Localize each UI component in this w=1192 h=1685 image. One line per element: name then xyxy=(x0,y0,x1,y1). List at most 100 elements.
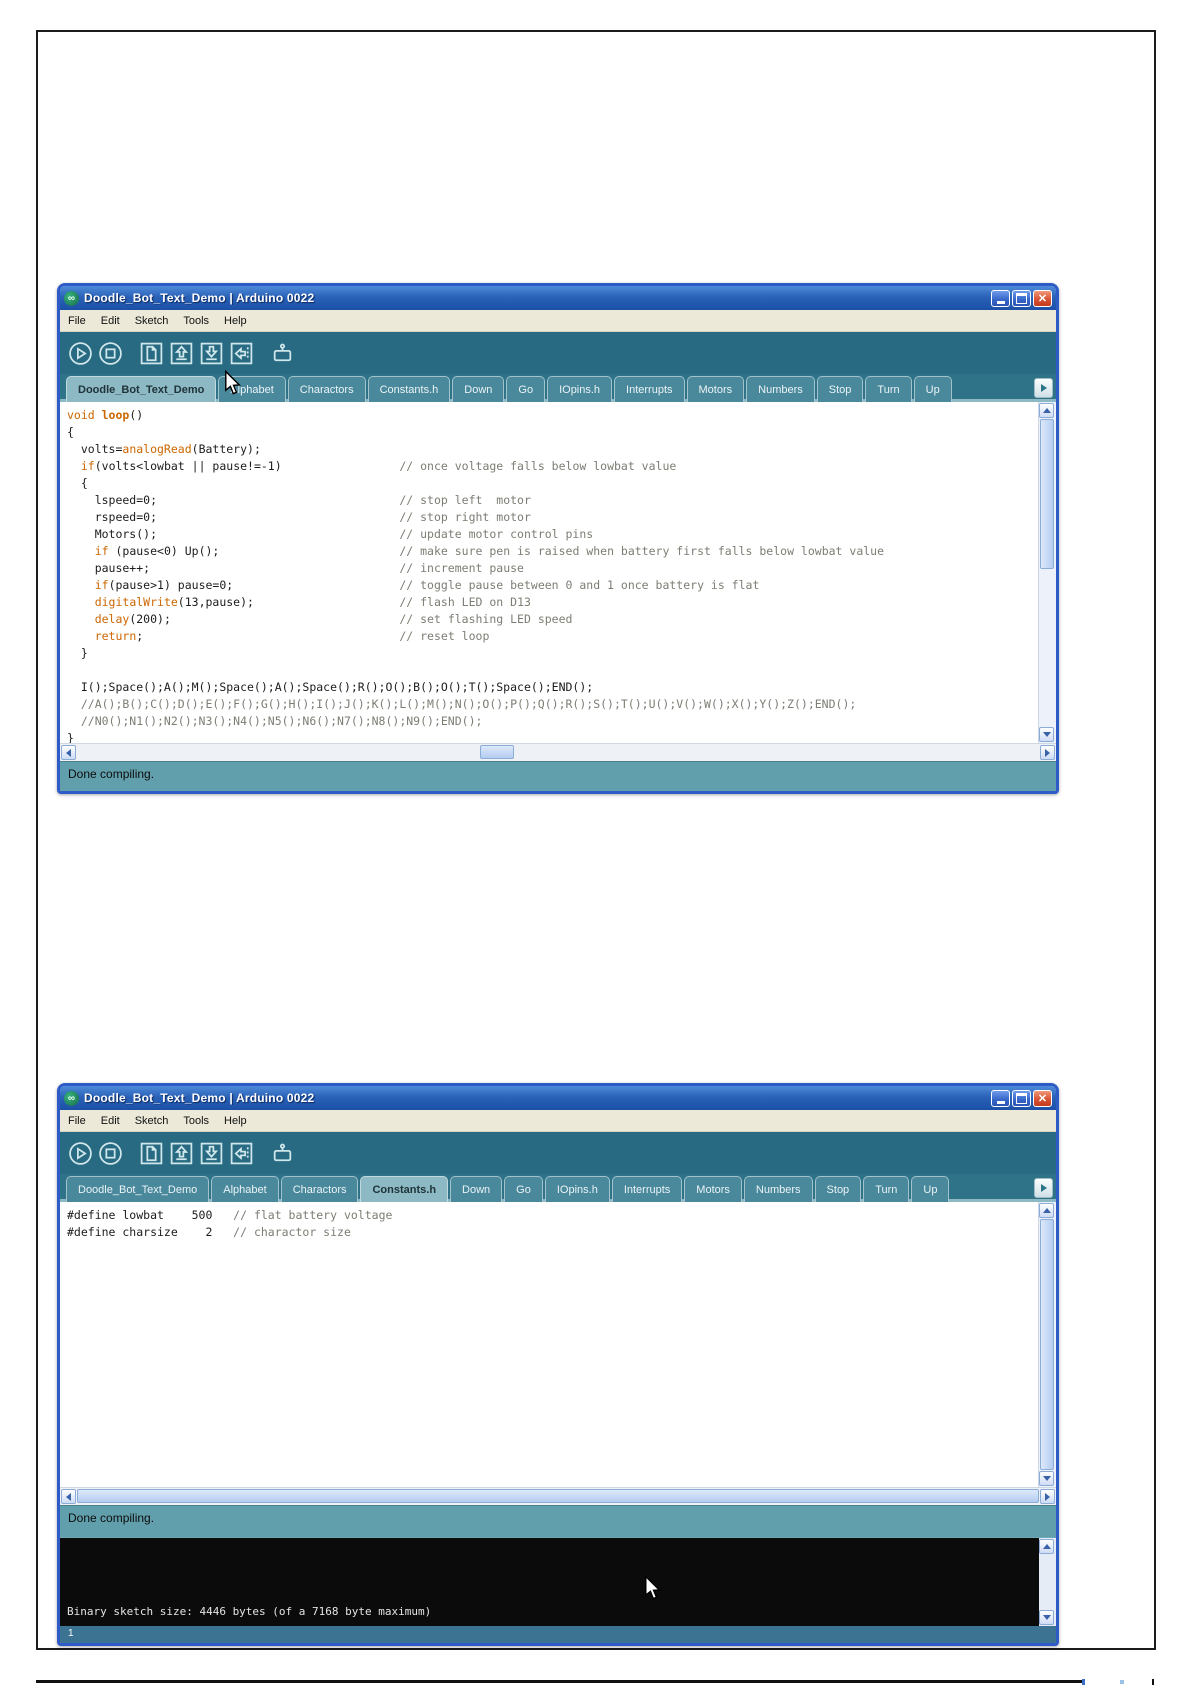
tab-motors[interactable]: Motors xyxy=(686,376,745,402)
new-sketch-icon[interactable] xyxy=(139,341,164,366)
stop-icon[interactable] xyxy=(98,341,123,366)
horizontal-scrollbar[interactable] xyxy=(60,743,1056,761)
tab-motors[interactable]: Motors xyxy=(684,1176,742,1202)
new-sketch-icon[interactable] xyxy=(139,1141,164,1166)
tab-iopins-h[interactable]: IOpins.h xyxy=(544,1176,610,1202)
horizontal-scrollbar[interactable] xyxy=(60,1487,1056,1505)
close-button[interactable] xyxy=(1033,289,1052,307)
tab-down[interactable]: Down xyxy=(452,376,505,402)
code-editor[interactable]: void loop(){ volts=analogRead(Battery); … xyxy=(60,402,1056,743)
scroll-right-button[interactable] xyxy=(1040,745,1055,760)
code-editor[interactable]: #define lowbat 500 // flat battery volta… xyxy=(60,1202,1056,1487)
code-text[interactable]: void loop(){ volts=analogRead(Battery); … xyxy=(60,404,1039,743)
serial-monitor-icon[interactable] xyxy=(270,1141,295,1166)
code-line: { xyxy=(67,476,88,490)
title-bar[interactable]: ∞ Doodle_Bot_Text_Demo | Arduino 0022 xyxy=(60,1086,1056,1110)
tab-up[interactable]: Up xyxy=(913,376,952,402)
tab-charactors[interactable]: Charactors xyxy=(280,1176,359,1202)
upload-icon[interactable] xyxy=(229,1141,254,1166)
status-bar: Done compiling. xyxy=(60,761,1056,791)
upload-icon[interactable] xyxy=(229,341,254,366)
maximize-button[interactable] xyxy=(1012,1089,1031,1107)
tab-charactors[interactable]: Charactors xyxy=(287,376,366,402)
minimize-button[interactable] xyxy=(991,289,1010,307)
tab-doodle-bot-text-demo[interactable]: Doodle_Bot_Text_Demo xyxy=(66,376,217,402)
scroll-down-button[interactable] xyxy=(1039,1471,1054,1486)
page-frame: ∞ Doodle_Bot_Text_Demo | Arduino 0022 Fi… xyxy=(36,30,1156,1650)
scroll-right-button[interactable] xyxy=(1040,1489,1055,1504)
stop-icon[interactable] xyxy=(98,1141,123,1166)
menu-help[interactable]: Help xyxy=(224,1115,247,1127)
tab-overflow-button[interactable] xyxy=(1034,378,1053,398)
scroll-up-button[interactable] xyxy=(1039,403,1054,418)
menu-file[interactable]: File xyxy=(68,315,86,327)
vertical-scrollbar[interactable] xyxy=(1038,1202,1056,1487)
code-text[interactable]: #define lowbat 500 // flat battery volta… xyxy=(60,1204,1039,1241)
console-output: Binary sketch size: 4446 bytes (of a 716… xyxy=(60,1537,1056,1626)
close-button[interactable] xyxy=(1033,1089,1052,1107)
scrollbar-thumb[interactable] xyxy=(1040,419,1054,569)
scroll-down-button[interactable] xyxy=(1039,1610,1054,1625)
open-icon[interactable] xyxy=(169,341,194,366)
tab-alphabet[interactable]: Alphabet xyxy=(211,1176,279,1202)
verify-icon[interactable] xyxy=(68,1141,93,1166)
menu-tools[interactable]: Tools xyxy=(183,315,209,327)
next-figure-mark xyxy=(1120,1680,1124,1684)
tab-constants-h[interactable]: Constants.h xyxy=(360,1176,449,1202)
tab-go[interactable]: Go xyxy=(504,1176,543,1202)
tab-overflow-button[interactable] xyxy=(1034,1178,1053,1198)
tab-down[interactable]: Down xyxy=(450,1176,503,1202)
scrollbar-thumb[interactable] xyxy=(480,745,514,759)
arduino-logo-icon: ∞ xyxy=(64,290,79,306)
tab-numbers[interactable]: Numbers xyxy=(743,1176,813,1202)
tab-turn[interactable]: Turn xyxy=(865,376,912,402)
tab-stop[interactable]: Stop xyxy=(814,1176,862,1202)
code-line: { xyxy=(67,425,74,439)
tab-numbers[interactable]: Numbers xyxy=(746,376,815,402)
scroll-left-button[interactable] xyxy=(61,745,76,760)
menu-help[interactable]: Help xyxy=(224,315,247,327)
toolbar xyxy=(60,1132,1056,1174)
menu-tools[interactable]: Tools xyxy=(183,1115,209,1127)
tab-constants-h[interactable]: Constants.h xyxy=(367,376,451,402)
console-scrollbar[interactable] xyxy=(1039,1538,1056,1626)
menu-sketch[interactable]: Sketch xyxy=(135,315,169,327)
tab-strip: Doodle_Bot_Text_Demo Alphabet Charactors Co… xyxy=(60,374,1056,402)
tab-interrupts[interactable]: Interrupts xyxy=(611,1176,683,1202)
scroll-down-button[interactable] xyxy=(1039,727,1054,742)
menu-edit[interactable]: Edit xyxy=(101,1115,120,1127)
verify-icon[interactable] xyxy=(68,341,93,366)
tab-iopins-h[interactable]: IOpins.h xyxy=(547,376,613,402)
title-bar[interactable]: ∞ Doodle_Bot_Text_Demo | Arduino 0022 xyxy=(60,286,1056,310)
tab-interrupts[interactable]: Interrupts xyxy=(614,376,685,402)
serial-monitor-icon[interactable] xyxy=(270,341,295,366)
scroll-up-button[interactable] xyxy=(1039,1539,1054,1554)
scrollbar-thumb[interactable] xyxy=(1040,1219,1054,1470)
code-line: lspeed=0; // stop left motor xyxy=(67,493,531,507)
tab-go[interactable]: Go xyxy=(506,376,546,402)
menu-edit[interactable]: Edit xyxy=(101,315,120,327)
minimize-button[interactable] xyxy=(991,1089,1010,1107)
tab-doodle-bot-text-demo[interactable]: Doodle_Bot_Text_Demo xyxy=(66,1176,210,1202)
tab-up[interactable]: Up xyxy=(911,1176,950,1202)
next-figure-mark xyxy=(1082,1679,1085,1685)
code-line: } xyxy=(67,646,88,660)
maximize-button[interactable] xyxy=(1012,289,1031,307)
menu-sketch[interactable]: Sketch xyxy=(135,1115,169,1127)
tab-turn[interactable]: Turn xyxy=(863,1176,910,1202)
code-line: } xyxy=(67,731,74,743)
window-title: Doodle_Bot_Text_Demo | Arduino 0022 xyxy=(84,291,315,305)
menu-file[interactable]: File xyxy=(68,1115,86,1127)
code-line: //N0();N1();N2();N3();N4();N5();N6();N7(… xyxy=(67,714,483,728)
save-icon[interactable] xyxy=(199,1141,224,1166)
save-icon[interactable] xyxy=(199,341,224,366)
scroll-up-button[interactable] xyxy=(1039,1203,1054,1218)
mouse-cursor xyxy=(225,370,242,395)
open-icon[interactable] xyxy=(169,1141,194,1166)
code-line: Motors(); // update motor control pins xyxy=(67,527,594,541)
scroll-left-button[interactable] xyxy=(61,1489,76,1504)
scrollbar-thumb[interactable] xyxy=(77,1489,1039,1503)
tab-stop[interactable]: Stop xyxy=(816,376,864,402)
vertical-scrollbar[interactable] xyxy=(1038,402,1056,743)
